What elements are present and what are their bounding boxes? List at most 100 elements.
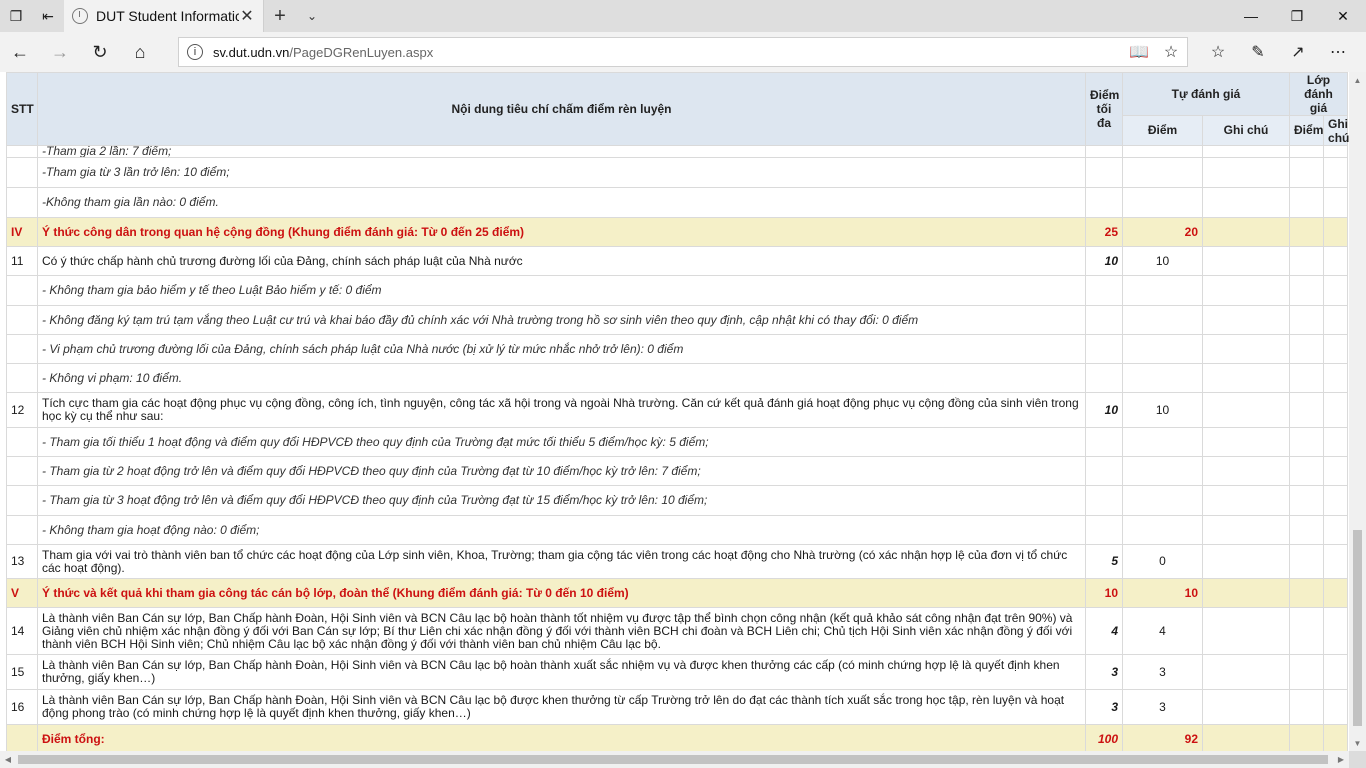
row-content: Ý thức công dân trong quan hệ cộng đồng … xyxy=(37,217,1086,247)
refresh-button[interactable]: ↻ xyxy=(80,32,120,72)
row-class-note xyxy=(1323,689,1349,725)
row-class-score xyxy=(1289,363,1325,393)
row-self-note xyxy=(1201,485,1291,516)
row-class-score xyxy=(1289,578,1325,608)
row-self-score xyxy=(1122,515,1203,545)
tab-list-chevron-icon[interactable]: ⌄ xyxy=(296,0,328,32)
row-class-score xyxy=(1289,392,1325,428)
row-content: - Tham gia từ 2 hoạt động trở lên và điể… xyxy=(37,456,1086,486)
row-self-note xyxy=(1201,246,1291,276)
row-max-score: 10 xyxy=(1085,578,1123,608)
row-self-note xyxy=(1201,654,1291,690)
header-self-note: Ghi chú xyxy=(1201,115,1291,146)
criterion-row: 12 Tích cực tham gia các hoạt động phục v… xyxy=(6,392,1349,428)
row-class-score xyxy=(1289,456,1325,486)
criterion-row: 14 Là thành viên Ban Cán sự lớp, Ban Chấp… xyxy=(6,607,1349,655)
row-self-score xyxy=(1122,427,1203,457)
header-class-eval: Lớp đánh giá xyxy=(1289,72,1349,116)
reading-view-icon[interactable]: 📖 xyxy=(1123,42,1155,62)
header-class-note: Ghi chú xyxy=(1323,115,1349,146)
row-class-note xyxy=(1323,654,1349,690)
sub-criterion-row: - Không đăng ký tạm trú tạm vắng theo Lu… xyxy=(6,305,1349,335)
row-content: Ý thức và kết quả khi tham gia công tác … xyxy=(37,578,1086,608)
row-self-score xyxy=(1122,485,1203,516)
set-aside-tabs-icon[interactable]: ⇤ xyxy=(32,0,64,32)
favorites-hub-icon[interactable]: ☆ xyxy=(1198,32,1238,72)
row-class-score xyxy=(1289,246,1325,276)
row-self-note xyxy=(1201,392,1291,428)
back-button[interactable]: ← xyxy=(0,32,40,72)
row-class-note xyxy=(1323,157,1349,188)
row-self-note xyxy=(1201,544,1291,579)
row-class-note xyxy=(1323,334,1349,364)
row-class-note xyxy=(1323,578,1349,608)
row-max-score xyxy=(1085,275,1123,306)
row-class-note xyxy=(1323,363,1349,393)
row-content: Tích cực tham gia các hoạt động phục vụ … xyxy=(37,392,1086,428)
sub-criterion-row: - Tham gia từ 3 hoạt động trở lên và điể… xyxy=(6,485,1349,516)
row-self-note xyxy=(1201,217,1291,247)
scroll-up-arrow-icon[interactable]: ▲ xyxy=(1349,72,1366,88)
row-self-note xyxy=(1201,187,1291,218)
row-self-note xyxy=(1201,689,1291,725)
row-content: - Vi phạm chủ trương đường lối của Đảng,… xyxy=(37,334,1086,364)
criterion-row: 11 Có ý thức chấp hành chủ trương đường l… xyxy=(6,246,1349,276)
url-path: /PageDGRenLuyen.aspx xyxy=(289,44,434,60)
row-max-score xyxy=(1085,157,1123,188)
tab-dut-student[interactable]: DUT Student Informatic ✕ xyxy=(64,0,264,32)
total-self-score: 92 xyxy=(1122,724,1203,751)
new-tab-button[interactable]: + xyxy=(264,0,296,32)
row-max-score: 5 xyxy=(1085,544,1123,579)
restore-button[interactable]: ❐ xyxy=(1274,0,1320,32)
row-class-score xyxy=(1289,515,1325,545)
vertical-scrollbar[interactable]: ▲ ▼ xyxy=(1349,72,1366,751)
row-class-score xyxy=(1289,485,1325,516)
sub-criterion-row: -Tham gia từ 3 lần trở lên: 10 điểm; xyxy=(6,157,1349,188)
horizontal-scroll-thumb[interactable] xyxy=(18,755,1328,764)
address-bar[interactable]: i sv.dut.udn.vn/PageDGRenLuyen.aspx 📖 ☆ xyxy=(178,37,1188,67)
criterion-row: 15 Là thành viên Ban Cán sự lớp, Ban Chấp… xyxy=(6,654,1349,690)
row-self-score: 10 xyxy=(1122,578,1203,608)
row-self-score: 10 xyxy=(1122,246,1203,276)
sub-criterion-row: - Không vi phạm: 10 điểm. xyxy=(6,363,1349,393)
row-class-score xyxy=(1289,157,1325,188)
row-stt xyxy=(6,157,38,188)
url-host: sv.dut.udn.vn xyxy=(213,44,290,60)
minimize-button[interactable]: — xyxy=(1228,0,1274,32)
row-class-note xyxy=(1323,515,1349,545)
home-button[interactable]: ⌂ xyxy=(120,32,160,72)
close-tab-icon[interactable]: ✕ xyxy=(239,6,255,26)
row-self-note xyxy=(1201,578,1291,608)
scroll-down-arrow-icon[interactable]: ▼ xyxy=(1349,735,1366,751)
web-note-icon[interactable]: ✎ xyxy=(1238,32,1278,72)
row-stt xyxy=(6,275,38,306)
tab-actions-icon[interactable]: ❐ xyxy=(0,0,32,32)
favorite-star-icon[interactable]: ☆ xyxy=(1155,42,1187,62)
header-stt: STT xyxy=(6,72,38,146)
row-self-score xyxy=(1122,145,1203,158)
scroll-left-arrow-icon[interactable]: ◀ xyxy=(0,751,16,768)
row-content: Là thành viên Ban Cán sự lớp, Ban Chấp h… xyxy=(37,607,1086,655)
sub-criterion-row: - Không tham gia bảo hiểm y tế theo Luật… xyxy=(6,275,1349,306)
more-menu-icon[interactable]: ⋯ xyxy=(1318,32,1358,72)
horizontal-scrollbar[interactable]: ◀ ▶ xyxy=(0,751,1349,768)
row-self-score xyxy=(1122,187,1203,218)
total-max-score: 100 xyxy=(1085,724,1123,751)
close-window-button[interactable]: ✕ xyxy=(1320,0,1366,32)
site-info-icon[interactable]: i xyxy=(187,44,203,60)
page-content: STT Nội dung tiêu chí chấm điểm rèn luyệ… xyxy=(0,72,1349,751)
row-class-score xyxy=(1289,187,1325,218)
vertical-scroll-thumb[interactable] xyxy=(1353,530,1362,726)
row-content: Là thành viên Ban Cán sự lớp, Ban Chấp h… xyxy=(37,654,1086,690)
forward-button[interactable]: → xyxy=(40,32,80,72)
scroll-right-arrow-icon[interactable]: ▶ xyxy=(1333,751,1349,768)
row-class-note xyxy=(1323,607,1349,655)
row-max-score: 10 xyxy=(1085,392,1123,428)
share-icon[interactable]: ↗ xyxy=(1278,32,1318,72)
row-self-note xyxy=(1201,305,1291,335)
navigation-bar: ← → ↻ ⌂ i sv.dut.udn.vn/PageDGRenLuyen.a… xyxy=(0,32,1366,72)
row-class-score xyxy=(1289,607,1325,655)
row-class-score xyxy=(1289,275,1325,306)
total-row: Điểm tổng: 100 92 xyxy=(6,724,1349,751)
row-self-note xyxy=(1201,456,1291,486)
